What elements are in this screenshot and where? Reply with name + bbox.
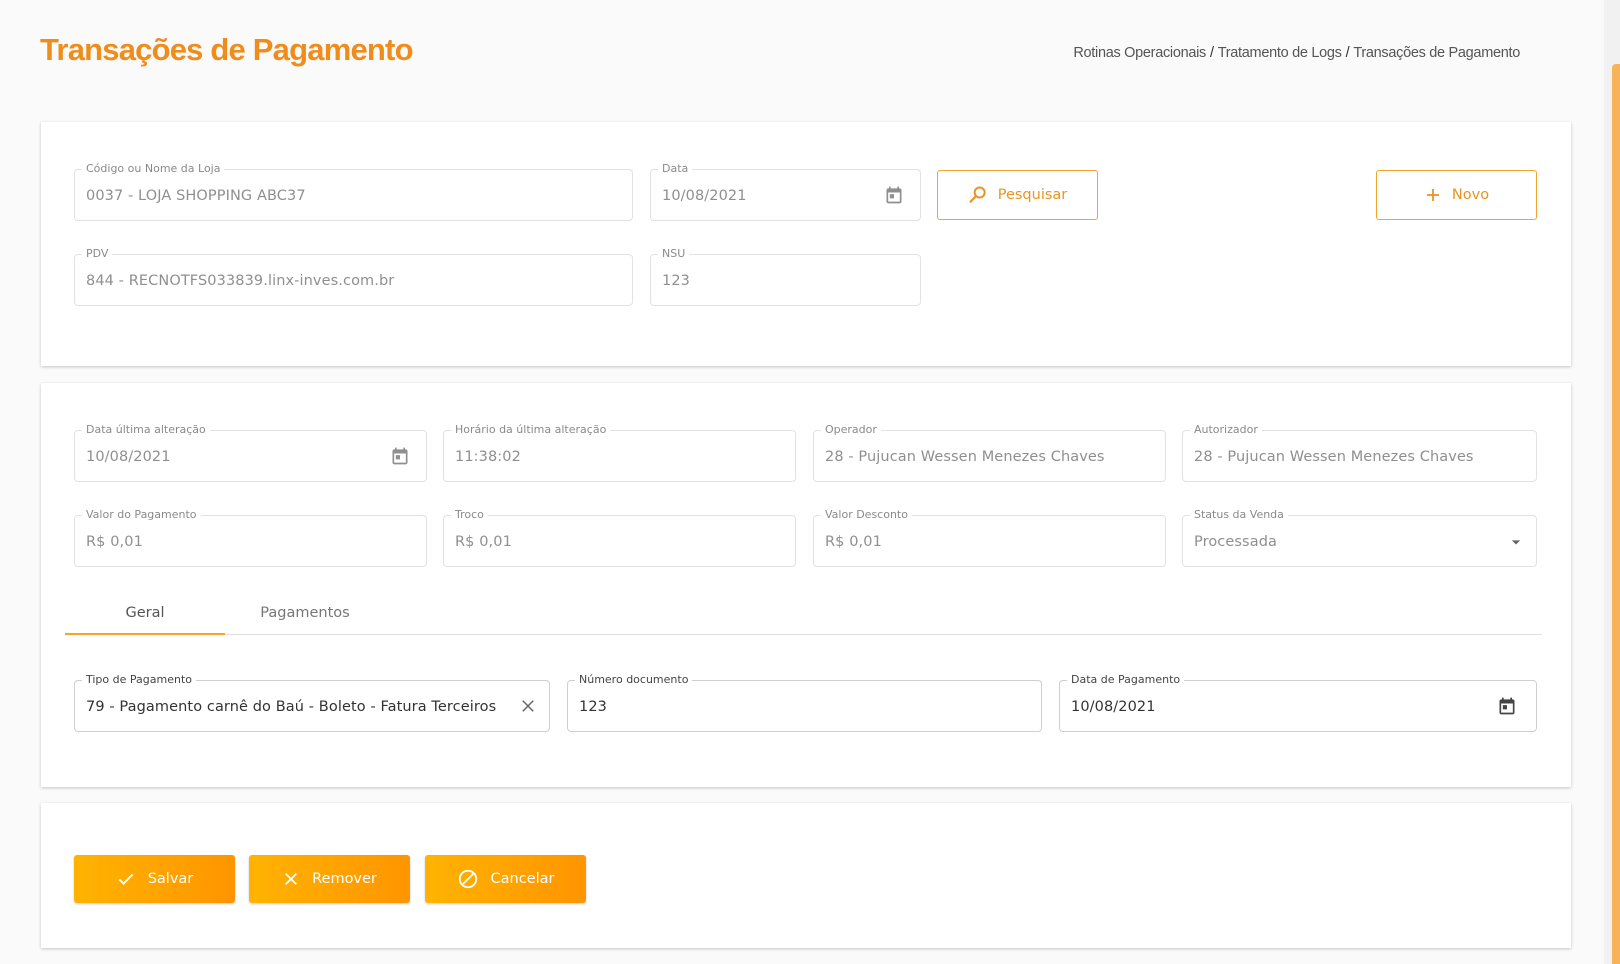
last-change-time-value: 11:38:02: [455, 449, 521, 465]
last-change-time-field[interactable]: Horário da última alteração 11:38:02: [443, 423, 796, 482]
document-number-field[interactable]: Número documento 123: [567, 673, 1042, 732]
document-number-label: Número documento: [575, 673, 693, 687]
search-button-label: Pesquisar: [997, 187, 1068, 203]
remove-button-label: Remover: [312, 871, 377, 887]
calendar-icon[interactable]: [1497, 696, 1517, 716]
check-icon: [118, 873, 134, 885]
search-icon: [969, 186, 986, 203]
authorizer-label: Autorizador: [1190, 423, 1262, 437]
operator-label: Operador: [821, 423, 881, 437]
date-field-value: 10/08/2021: [662, 188, 747, 204]
operator-value: 28 - Pujucan Wessen Menezes Chaves: [825, 449, 1105, 465]
breadcrumb-separator: /: [1345, 45, 1350, 61]
payment-value-label: Valor do Pagamento: [82, 508, 201, 522]
date-field-label: Data: [658, 162, 693, 176]
sale-status-label: Status da Venda: [1190, 508, 1288, 522]
discount-field[interactable]: Valor Desconto R$ 0,01: [813, 508, 1166, 567]
change-value: R$ 0,01: [455, 534, 512, 550]
calendar-icon[interactable]: [390, 446, 410, 466]
pdv-field[interactable]: PDV 844 - RECNOTFS033839.linx-inves.com.…: [74, 247, 633, 306]
new-button-label: Novo: [1451, 187, 1490, 203]
store-field-value: 0037 - LOJA SHOPPING ABC37: [86, 188, 306, 204]
tab-geral[interactable]: Geral: [65, 595, 225, 635]
page-title: Transações de Pagamento: [40, 32, 414, 67]
breadcrumb-item-current: Transações de Pagamento: [1353, 45, 1520, 61]
authorizer-value: 28 - Pujucan Wessen Menezes Chaves: [1194, 449, 1474, 465]
store-field[interactable]: Código ou Nome da Loja 0037 - LOJA SHOPP…: [74, 162, 633, 221]
breadcrumb: Rotinas Operacionais / Tratamento de Logs /…: [1073, 45, 1520, 61]
search-button[interactable]: Pesquisar: [937, 170, 1098, 220]
cancel-button[interactable]: Cancelar: [425, 855, 586, 903]
remove-button[interactable]: Remover: [249, 855, 410, 903]
save-button[interactable]: Salvar: [74, 855, 235, 903]
breadcrumb-separator: /: [1210, 45, 1214, 61]
document-number-value: 123: [579, 699, 607, 715]
breadcrumb-item-rotinas[interactable]: Rotinas Operacionais: [1073, 45, 1206, 61]
new-button[interactable]: Novo: [1376, 170, 1537, 220]
save-button-label: Salvar: [147, 871, 194, 887]
payment-value-field[interactable]: Valor do Pagamento R$ 0,01: [74, 508, 427, 567]
last-change-date-label: Data última alteração: [82, 423, 210, 437]
sale-status-select[interactable]: Status da Venda Processada: [1182, 508, 1537, 567]
sale-status-value: Processada: [1194, 534, 1277, 550]
authorizer-field[interactable]: Autorizador 28 - Pujucan Wessen Menezes …: [1182, 423, 1537, 482]
discount-value: R$ 0,01: [825, 534, 882, 550]
payment-date-field[interactable]: Data de Pagamento 10/08/2021: [1059, 673, 1537, 732]
payment-date-label: Data de Pagamento: [1067, 673, 1185, 687]
change-field[interactable]: Troco R$ 0,01: [443, 508, 796, 567]
calendar-icon[interactable]: [884, 185, 904, 205]
payment-type-field[interactable]: Tipo de Pagamento 79 - Pagamento carnê d…: [74, 673, 550, 732]
change-label: Troco: [451, 508, 488, 522]
payment-value-value: R$ 0,01: [86, 534, 143, 550]
last-change-time-label: Horário da última alteração: [451, 423, 611, 437]
tab-pagamentos[interactable]: Pagamentos: [225, 595, 385, 635]
pdv-field-value: 844 - RECNOTFS033839.linx-inves.com.br: [86, 273, 395, 289]
pdv-field-label: PDV: [82, 247, 113, 261]
last-change-date-value: 10/08/2021: [86, 449, 171, 465]
discount-label: Valor Desconto: [821, 508, 912, 522]
nsu-field[interactable]: NSU 123: [650, 247, 921, 306]
nsu-field-label: NSU: [658, 247, 690, 261]
date-field[interactable]: Data 10/08/2021: [650, 162, 921, 221]
payment-date-value: 10/08/2021: [1071, 699, 1156, 715]
plus-icon: [1426, 189, 1439, 201]
close-icon: [285, 873, 297, 885]
details-card: Data última alteração 10/08/2021 Horário…: [41, 383, 1571, 787]
dropdown-arrow-icon[interactable]: [1506, 532, 1526, 552]
block-icon: [458, 869, 477, 889]
last-change-date-field[interactable]: Data última alteração 10/08/2021: [74, 423, 427, 482]
search-card: Código ou Nome da Loja 0037 - LOJA SHOPP…: [41, 122, 1571, 366]
clear-icon[interactable]: [519, 697, 537, 715]
payment-type-label: Tipo de Pagamento: [82, 673, 196, 687]
nsu-field-value: 123: [662, 273, 690, 289]
scrollbar-thumb[interactable]: [1612, 64, 1620, 964]
cancel-button-label: Cancelar: [490, 871, 555, 887]
payment-type-value: 79 - Pagamento carnê do Baú - Boleto - F…: [86, 699, 497, 715]
tab-bar: Geral Pagamentos: [65, 595, 1542, 635]
operator-field[interactable]: Operador 28 - Pujucan Wessen Menezes Cha…: [813, 423, 1166, 482]
store-field-label: Código ou Nome da Loja: [82, 162, 225, 176]
actions-card: Salvar Remover Cancelar: [41, 803, 1571, 948]
breadcrumb-item-tratamento[interactable]: Tratamento de Logs: [1218, 45, 1342, 61]
